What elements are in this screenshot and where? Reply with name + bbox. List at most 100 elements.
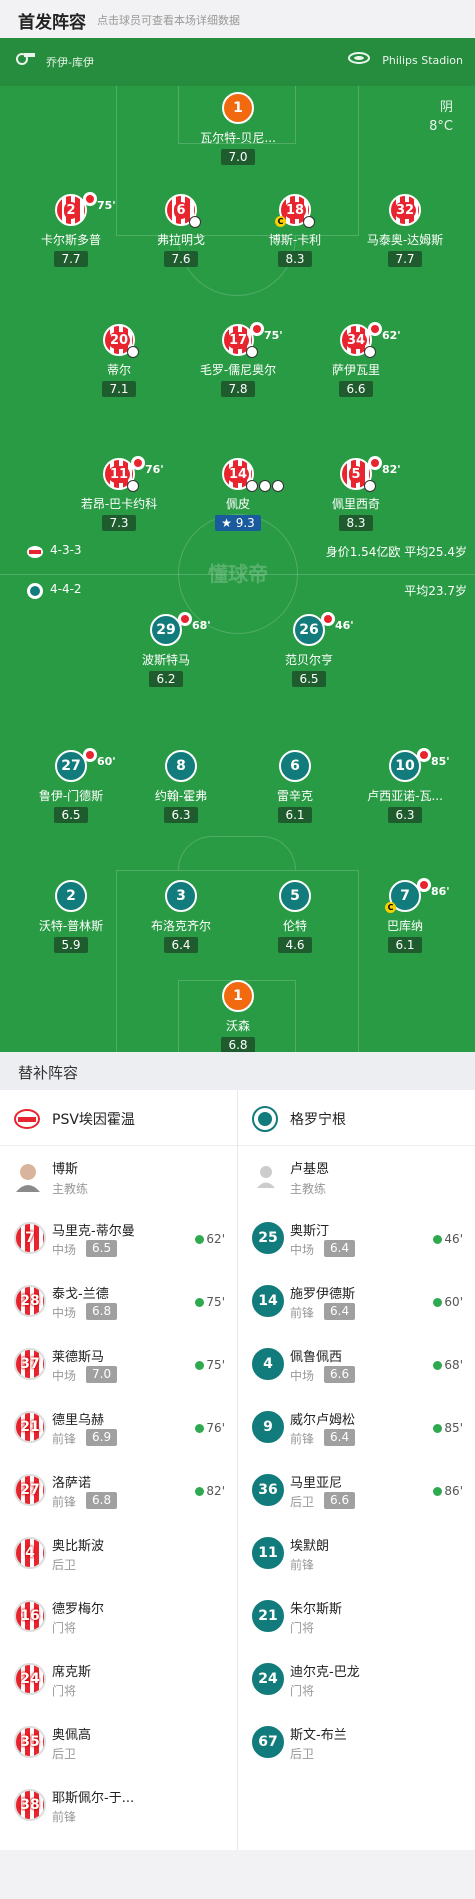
- home-player-5[interactable]: 5 82' 佩里西奇 8.3: [296, 456, 416, 531]
- home-player-20[interactable]: 20 蒂尔 7.1: [59, 324, 179, 397]
- home-player-14[interactable]: 14 佩皮 ★ 9.3: [178, 458, 298, 531]
- away-player-8[interactable]: 8 约翰-霍弗 6.3: [121, 750, 241, 823]
- sub-minute: 75': [264, 329, 283, 342]
- player-number: 5: [279, 880, 311, 912]
- sub-player-row[interactable]: 9 威尔卢姆松 前锋 6.4 85': [238, 1397, 475, 1460]
- home-player-gk[interactable]: 1 瓦尔特-贝尼... 7.0: [178, 92, 298, 165]
- away-player-26[interactable]: 26 46' 范贝尔亨 6.5: [249, 612, 369, 687]
- sub-player-row[interactable]: 16 德罗梅尔 门将: [0, 1586, 237, 1649]
- coach-placeholder-icon: [257, 1166, 275, 1188]
- home-player-6[interactable]: 6 弗拉明戈 7.6: [121, 194, 241, 267]
- sub-player-row[interactable]: 24 迪尔克-巴龙 门将: [238, 1649, 475, 1712]
- sub-player-row[interactable]: 67 斯文-布兰 后卫: [238, 1712, 475, 1775]
- sub-player-row[interactable]: 35 奥佩高 后卫: [0, 1712, 237, 1775]
- player-number: 21: [252, 1600, 284, 1632]
- away-player-3[interactable]: 3 布洛克齐尔 6.4: [121, 880, 241, 953]
- player-name: 卢西亚诺-瓦...: [367, 789, 443, 803]
- player-jersey: 2 75': [55, 192, 116, 226]
- away-player-gk[interactable]: 1 沃森 6.8: [178, 980, 298, 1052]
- home-player-17[interactable]: 17 75' 毛罗-儒尼奥尔 7.8: [178, 322, 298, 397]
- sub-player-row[interactable]: 36 马里亚尼 后卫 6.6 86': [238, 1460, 475, 1523]
- sub-player-row[interactable]: 38 耶斯佩尔-于... 前锋: [0, 1775, 237, 1838]
- sub-player-row[interactable]: 27 洛萨诺 前锋 6.8 82': [0, 1460, 237, 1523]
- away-player-6[interactable]: 6 雷辛克 6.1: [235, 750, 355, 823]
- player-name: 泰戈-兰德: [52, 1287, 109, 1302]
- player-name: 耶斯佩尔-于...: [52, 1791, 135, 1806]
- player-rating: 6.6: [339, 381, 373, 397]
- away-team-row: 4-4-2 平均23.7岁: [0, 574, 475, 608]
- player-rating: 6.3: [164, 807, 198, 823]
- assist-icon: [364, 480, 376, 492]
- home-player-34[interactable]: 34 62' 萨伊瓦里 6.6: [296, 322, 416, 397]
- player-number: 25: [252, 1222, 284, 1254]
- sub-player-row[interactable]: 11 埃默朗 前锋: [238, 1523, 475, 1586]
- player-name: 洛萨诺: [52, 1476, 92, 1491]
- sub-player-row[interactable]: 25 奥斯汀 中场 6.4 46': [238, 1208, 475, 1271]
- sub-out-icon: [178, 612, 192, 626]
- sub-player-row[interactable]: 24 席克斯 门将: [0, 1649, 237, 1712]
- away-coach[interactable]: 卢基恩 主教练: [238, 1146, 475, 1208]
- away-subs-column: 格罗宁根 卢基恩 主教练 25 奥斯汀 中场 6.4 46' 14 施罗伊德斯 前锋 6.4 60…: [238, 1090, 475, 1775]
- home-player-11[interactable]: 11 76' 若昂-巴卡约科 7.3: [59, 456, 179, 531]
- away-player-5[interactable]: 5 伦特 4.6: [235, 880, 355, 953]
- sub-out-icon: [321, 612, 335, 626]
- away-player-10[interactable]: 10 85' 卢西亚诺-瓦... 6.3: [345, 748, 465, 823]
- player-rating-mvp: ★ 9.3: [215, 515, 261, 531]
- player-name: 奥斯汀: [290, 1224, 330, 1239]
- player-name: 马里亚尼: [290, 1476, 343, 1491]
- sub-out-icon: [83, 192, 97, 206]
- home-player-2[interactable]: 2 75' 卡尔斯多普 7.7: [11, 192, 131, 267]
- home-team-name: PSV埃因霍温: [52, 1112, 135, 1128]
- page-footer: [0, 1850, 475, 1899]
- home-team-header[interactable]: PSV埃因霍温: [0, 1090, 237, 1146]
- away-player-7[interactable]: 7 86' C 巴库纳 6.1: [345, 878, 465, 953]
- away-subs-list: 25 奥斯汀 中场 6.4 46' 14 施罗伊德斯 前锋 6.4 60' 4 佩鲁佩西 中场 6.6 68…: [238, 1208, 475, 1775]
- goal-icon: [246, 480, 258, 492]
- away-player-27[interactable]: 27 60' 鲁伊-门德斯 6.5: [11, 748, 131, 823]
- player-number: 10 85': [389, 748, 450, 782]
- page-title: 首发阵容: [18, 13, 86, 33]
- sub-in-minute: 85': [433, 1421, 463, 1435]
- away-team-name: 格罗宁根: [290, 1112, 346, 1128]
- player-name: 博斯-卡利: [268, 233, 322, 247]
- player-number: 4: [14, 1537, 46, 1569]
- home-subs-column: PSV埃因霍温 博斯 主教练 7 马里克-蒂尔曼 中场 6.5 62' 28 泰戈-兰德 中场…: [0, 1090, 237, 1838]
- sub-player-row[interactable]: 7 马里克-蒂尔曼 中场 6.5 62': [0, 1208, 237, 1271]
- assist-icon: [246, 346, 258, 358]
- sub-player-row[interactable]: 4 奥比斯波 后卫: [0, 1523, 237, 1586]
- away-player-2[interactable]: 2 沃特-普林斯 5.9: [11, 880, 131, 953]
- sub-in-minute: 62': [195, 1232, 225, 1246]
- player-rating: 6.6: [324, 1366, 356, 1383]
- player-number: 1: [222, 980, 254, 1012]
- player-rating: 4.6: [278, 937, 312, 953]
- sub-player-row[interactable]: 28 泰戈-兰德 中场 6.8 75': [0, 1271, 237, 1334]
- sub-player-row[interactable]: 4 佩鲁佩西 中场 6.6 68': [238, 1334, 475, 1397]
- away-team-header[interactable]: 格罗宁根: [238, 1090, 475, 1146]
- away-player-29[interactable]: 29 68' 波斯特马 6.2: [106, 612, 226, 687]
- home-player-18[interactable]: 18 C 博斯-卡利 8.3: [235, 194, 355, 267]
- player-position: 前锋: [52, 1810, 77, 1824]
- weather-condition: 阴: [439, 100, 453, 115]
- player-position: 门将: [52, 1621, 77, 1635]
- sub-player-row[interactable]: 21 德里乌赫 前锋 6.9 76': [0, 1397, 237, 1460]
- psv-logo-icon: [27, 546, 43, 558]
- home-coach[interactable]: 博斯 主教练: [0, 1146, 237, 1208]
- player-name: 卡尔斯多普: [40, 233, 101, 247]
- player-number: 7: [14, 1222, 46, 1254]
- player-name: 迪尔克-巴龙: [290, 1665, 360, 1680]
- player-position: 门将: [290, 1621, 315, 1635]
- referee-name: 乔伊-库伊: [46, 56, 94, 69]
- coach-role: 主教练: [52, 1182, 89, 1196]
- player-number: 35: [14, 1726, 46, 1758]
- player-name: 鲁伊-门德斯: [38, 789, 104, 803]
- player-number: 36: [252, 1474, 284, 1506]
- sub-in-minute: 82': [195, 1484, 225, 1498]
- player-name: 伦特: [282, 919, 307, 933]
- sub-player-row[interactable]: 37 莱德斯马 中场 7.0 75': [0, 1334, 237, 1397]
- player-number: 26 46': [293, 612, 354, 646]
- home-player-32[interactable]: 32 马泰奥-达姆斯 7.7: [345, 194, 465, 267]
- player-rating: 6.2: [149, 671, 183, 687]
- player-position: 后卫: [52, 1558, 77, 1572]
- sub-player-row[interactable]: 14 施罗伊德斯 前锋 6.4 60': [238, 1271, 475, 1334]
- sub-player-row[interactable]: 21 朱尔斯斯 门将: [238, 1586, 475, 1649]
